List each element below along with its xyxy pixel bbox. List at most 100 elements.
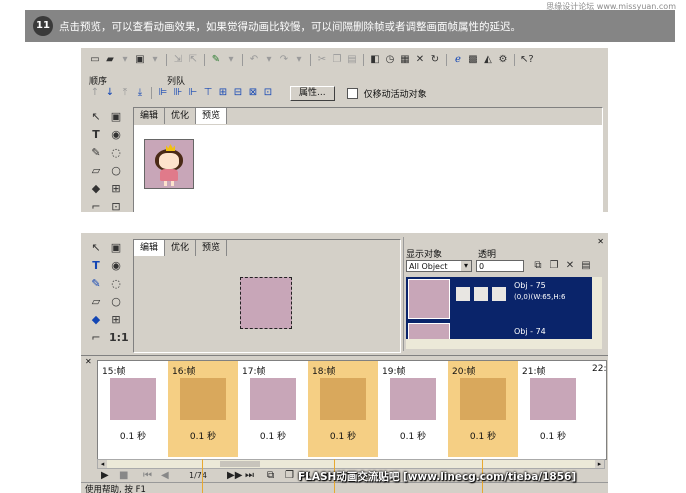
frames-scrollbar[interactable]: ◂ ▸ <box>97 459 605 469</box>
frame-cell[interactable]: 18:帧 0.1 秒 <box>308 361 378 457</box>
scroll-left-icon[interactable]: ◂ <box>98 460 107 468</box>
redo-icon[interactable]: ↷ <box>278 54 290 66</box>
frame-delay[interactable]: 0.1 秒 <box>98 429 168 442</box>
gallery-icon[interactable]: ▩ <box>467 54 479 66</box>
object-property-swatch[interactable] <box>474 287 488 301</box>
paste-icon[interactable]: ▤ <box>346 54 358 66</box>
move-up-icon[interactable]: ↑ <box>89 87 101 99</box>
object-list-hscrollbar[interactable] <box>406 339 602 349</box>
actual-size-tool-icon[interactable]: 1:1 <box>109 331 129 345</box>
rotate-icon[interactable]: ↻ <box>429 54 441 66</box>
chevron-down-icon[interactable]: ▾ <box>461 261 471 271</box>
dropdown-arrow-icon[interactable]: ▾ <box>119 54 131 66</box>
help-pointer-icon[interactable]: ↖? <box>520 54 534 66</box>
close-icon[interactable]: ✕ <box>597 237 604 246</box>
distribute-vertical-icon[interactable]: ⊡ <box>262 87 274 99</box>
pointer-tool-icon[interactable]: ↖ <box>89 110 103 124</box>
object-property-swatch[interactable] <box>456 287 470 301</box>
frame-delay[interactable]: 0.1 秒 <box>448 429 518 442</box>
dropdown-arrow-icon[interactable]: ▾ <box>293 54 305 66</box>
browser-preview-icon[interactable]: ℯ <box>452 54 464 66</box>
distribute-icon[interactable]: ⊠ <box>247 87 259 99</box>
frame-delay[interactable]: 0.1 秒 <box>168 429 238 442</box>
move-down-icon[interactable]: ↓ <box>104 87 116 99</box>
text-tool-icon[interactable]: T <box>89 128 103 142</box>
align-right-icon[interactable]: ⊩ <box>187 87 199 99</box>
object-filter-select[interactable]: All Object ▾ <box>406 260 472 272</box>
frame-icon[interactable]: ◧ <box>369 54 381 66</box>
banner-icon[interactable]: ◭ <box>482 54 494 66</box>
align-left-icon[interactable]: ⊫ <box>157 87 169 99</box>
close-icon[interactable]: ✕ <box>85 357 92 366</box>
add-frame-icon[interactable]: ⧉ <box>267 470 274 481</box>
zoom-tool-icon[interactable]: ○ <box>109 164 123 178</box>
frame-delay[interactable]: 0.1 秒 <box>238 429 308 442</box>
object-list-scrollbar[interactable] <box>592 277 602 339</box>
eraser-tool-icon[interactable]: ▱ <box>89 295 103 309</box>
text-tool-icon[interactable]: T <box>89 259 103 273</box>
tab-optimize[interactable]: 优化 <box>165 240 197 256</box>
frame-delay[interactable]: 0.1 秒 <box>378 429 448 442</box>
align-center-icon[interactable]: ⊪ <box>172 87 184 99</box>
object-color-swatch[interactable] <box>492 287 506 301</box>
lasso-tool-icon[interactable]: ◌ <box>109 146 123 160</box>
pointer-tool-icon[interactable]: ↖ <box>89 241 103 255</box>
crop-tool-icon[interactable]: ▣ <box>109 110 123 124</box>
properties-icon[interactable]: ▤ <box>580 260 592 272</box>
frame-delay[interactable]: 0.1 秒 <box>308 429 378 442</box>
undo-icon[interactable]: ↶ <box>248 54 260 66</box>
tab-preview[interactable]: 预览 <box>196 108 228 124</box>
frame-cell[interactable]: 22: <box>588 361 606 457</box>
tab-edit[interactable]: 编辑 <box>134 240 166 256</box>
first-frame-icon[interactable]: ⏮ <box>143 470 152 481</box>
last-frame-icon[interactable]: ⏭ <box>245 470 254 481</box>
eyedropper-tool-icon[interactable]: ⌐ <box>89 331 103 345</box>
dropdown-arrow-icon[interactable]: ▾ <box>149 54 161 66</box>
cut-icon[interactable]: ✂ <box>316 54 328 66</box>
stop-icon[interactable]: ■ <box>119 470 128 481</box>
save-icon[interactable]: ▣ <box>134 54 146 66</box>
tab-edit[interactable]: 编辑 <box>134 108 166 124</box>
frame-cell[interactable]: 16:帧 0.1 秒 <box>168 361 238 457</box>
delete-x-icon[interactable]: ✕ <box>414 54 426 66</box>
export-icon[interactable]: ⇱ <box>187 54 199 66</box>
align-middle-icon[interactable]: ⊞ <box>217 87 229 99</box>
duplicate-frame-icon[interactable]: ❐ <box>285 470 294 481</box>
eyedropper-tool-icon[interactable]: ⌐ <box>89 200 103 212</box>
fill-tool-icon[interactable]: ◆ <box>89 313 103 327</box>
target-tool-icon[interactable]: ◉ <box>109 259 123 273</box>
align-bottom-icon[interactable]: ⊟ <box>232 87 244 99</box>
frame-cell[interactable]: 21:帧 0.1 秒 <box>518 361 588 457</box>
frame-cell[interactable]: 19:帧 0.1 秒 <box>378 361 448 457</box>
tab-preview[interactable]: 预览 <box>196 240 228 256</box>
tab-optimize[interactable]: 优化 <box>165 108 197 124</box>
clock-icon[interactable]: ◷ <box>384 54 396 66</box>
move-active-only-checkbox[interactable] <box>346 87 358 99</box>
wizard-icon[interactable]: ✎ <box>210 54 222 66</box>
frame-cell[interactable]: 20:帧 0.1 秒 <box>448 361 518 457</box>
scroll-right-icon[interactable]: ▸ <box>595 460 604 468</box>
eraser-tool-icon[interactable]: ▱ <box>89 164 103 178</box>
import-icon[interactable]: ⇲ <box>172 54 184 66</box>
properties-button[interactable]: 属性... <box>290 85 335 101</box>
selected-object[interactable] <box>240 277 292 329</box>
frame-cell[interactable]: 15:帧 0.1 秒 <box>98 361 168 457</box>
move-bottom-icon[interactable]: ⤓ <box>134 87 146 99</box>
transform-tool-icon[interactable]: ⊞ <box>109 313 123 327</box>
actual-size-tool-icon[interactable]: ⊡ <box>109 200 123 212</box>
dropdown-arrow-icon[interactable]: ▾ <box>225 54 237 66</box>
target-tool-icon[interactable]: ◉ <box>109 128 123 142</box>
open-folder-icon[interactable]: ▰ <box>104 54 116 66</box>
object-thumbnail[interactable] <box>408 279 450 319</box>
prev-frame-icon[interactable]: ◀ <box>161 470 169 481</box>
duplicate-icon[interactable]: ❐ <box>548 260 560 272</box>
dropdown-arrow-icon[interactable]: ▾ <box>263 54 275 66</box>
frame-cell[interactable]: 17:帧 0.1 秒 <box>238 361 308 457</box>
scroll-thumb[interactable] <box>220 461 260 467</box>
move-top-icon[interactable]: ⤒ <box>119 87 131 99</box>
new-file-icon[interactable]: ▭ <box>89 54 101 66</box>
settings-icon[interactable]: ⚙ <box>497 54 509 66</box>
brush-tool-icon[interactable]: ✎ <box>89 146 103 160</box>
layer-icon[interactable]: ▦ <box>399 54 411 66</box>
next-frame-icon[interactable]: ▶▶ <box>227 470 242 481</box>
